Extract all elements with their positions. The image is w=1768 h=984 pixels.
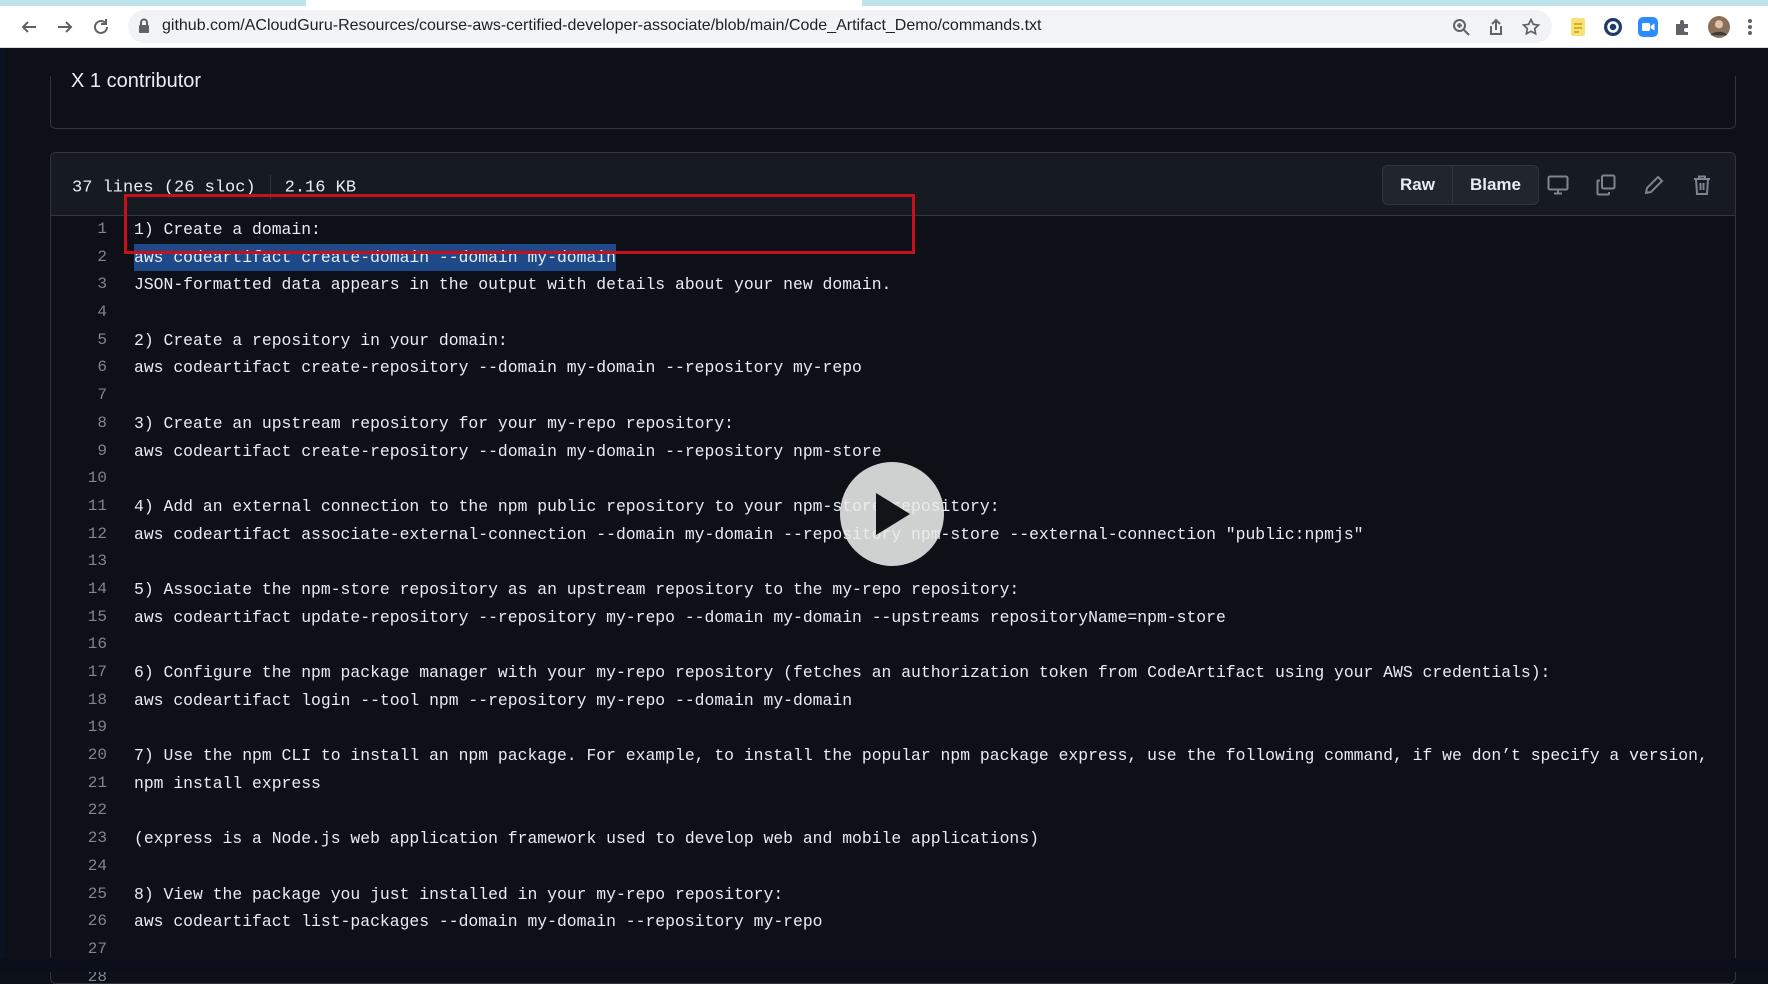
code-listing: 1 1) Create a domain: 2 aws codeartifact cr…	[51, 216, 1735, 983]
menu-kebab-icon[interactable]	[1744, 16, 1756, 38]
url-text[interactable]: github.com/ACloudGuru-Resources/course-a…	[162, 17, 1042, 35]
star-icon[interactable]	[1521, 17, 1541, 37]
lock-icon[interactable]	[138, 18, 150, 39]
line-number[interactable]: 21	[51, 770, 107, 798]
line-number[interactable]: 16	[51, 631, 107, 659]
code-line: 6 aws codeartifact create-repository --do…	[51, 354, 1735, 382]
code-text[interactable]: npm install express	[134, 770, 321, 798]
line-number[interactable]: 14	[51, 576, 107, 604]
pencil-icon[interactable]	[1642, 173, 1666, 197]
code-line: 22	[51, 797, 1735, 825]
code-text[interactable]: aws codeartifact create-repository --dom…	[134, 354, 862, 382]
left-edge	[0, 48, 5, 972]
code-line: 21 npm install express	[51, 770, 1735, 798]
code-text[interactable]: aws codeartifact update-repository --rep…	[134, 604, 1226, 632]
line-number[interactable]: 3	[51, 271, 107, 299]
avatar[interactable]	[1708, 16, 1730, 38]
line-number[interactable]: 24	[51, 853, 107, 881]
desktop-icon[interactable]	[1546, 173, 1570, 197]
code-line: 18 aws codeartifact login --tool npm --re…	[51, 687, 1735, 715]
code-line: 14 5) Associate the npm-store repository …	[51, 576, 1735, 604]
code-line: 17 6) Configure the npm package manager w…	[51, 659, 1735, 687]
code-text[interactable]: 6) Configure the npm package manager wit…	[134, 659, 1550, 687]
zoom-extension-icon[interactable]	[1637, 16, 1659, 38]
code-line: 25 8) View the package you just installed…	[51, 881, 1735, 909]
code-line: 20 7) Use the npm CLI to install an npm p…	[51, 742, 1735, 770]
line-number[interactable]: 25	[51, 881, 107, 909]
line-number[interactable]: 8	[51, 410, 107, 438]
code-text[interactable]: aws codeartifact create-repository --dom…	[134, 438, 882, 466]
line-number[interactable]: 18	[51, 687, 107, 715]
line-number[interactable]: 6	[51, 354, 107, 382]
line-number[interactable]: 26	[51, 908, 107, 936]
code-line: 24	[51, 853, 1735, 881]
code-line: 4	[51, 299, 1735, 327]
code-line: 19	[51, 714, 1735, 742]
puzzle-extensions-icon[interactable]	[1672, 16, 1694, 38]
line-number[interactable]: 11	[51, 493, 107, 521]
highlight-annotation-box	[124, 194, 915, 254]
notes-extension-icon[interactable]	[1567, 16, 1589, 38]
file-viewer: 37 lines (26 sloc) 2.16 KB Raw Blame 1 1) …	[50, 152, 1736, 984]
raw-button[interactable]: Raw	[1383, 166, 1452, 204]
address-bar[interactable]: github.com/ACloudGuru-Resources/course-a…	[128, 10, 1552, 43]
line-number[interactable]: 13	[51, 548, 107, 576]
line-number[interactable]: 15	[51, 604, 107, 632]
raw-blame-group: Raw Blame	[1382, 165, 1539, 205]
reload-icon[interactable]	[88, 14, 114, 40]
code-text[interactable]: aws codeartifact login --tool npm --repo…	[134, 687, 852, 715]
line-number[interactable]: 9	[51, 438, 107, 466]
code-line: 3 JSON-formatted data appears in the outp…	[51, 271, 1735, 299]
line-number[interactable]: 19	[51, 714, 107, 742]
circle-extension-icon[interactable]	[1602, 16, 1624, 38]
code-line: 5 2) Create a repository in your domain:	[51, 327, 1735, 355]
code-line: 8 3) Create an upstream repository for yo…	[51, 410, 1735, 438]
code-line: 23 (express is a Node.js web application …	[51, 825, 1735, 853]
copy-icon[interactable]	[1594, 173, 1618, 197]
browser-toolbar: github.com/ACloudGuru-Resources/course-a…	[0, 6, 1768, 48]
code-line: 26 aws codeartifact list-packages --domai…	[51, 908, 1735, 936]
code-text[interactable]: 3) Create an upstream repository for you…	[134, 410, 734, 438]
line-number[interactable]: 7	[51, 382, 107, 410]
trash-icon[interactable]	[1690, 173, 1714, 197]
code-text[interactable]: aws codeartifact associate-external-conn…	[134, 521, 1364, 549]
line-number[interactable]: 20	[51, 742, 107, 770]
code-text[interactable]: JSON-formatted data appears in the outpu…	[134, 271, 891, 299]
share-icon[interactable]	[1486, 17, 1506, 37]
line-number[interactable]: 2	[51, 244, 107, 272]
contributors-box: X 1 contributor	[50, 70, 1736, 129]
zoom-icon[interactable]	[1451, 17, 1471, 37]
code-text[interactable]: 8) View the package you just installed i…	[134, 881, 783, 909]
code-text[interactable]: 5) Associate the npm-store repository as…	[134, 576, 1019, 604]
line-number[interactable]: 5	[51, 327, 107, 355]
line-number[interactable]: 1	[51, 216, 107, 244]
code-line: 16	[51, 631, 1735, 659]
code-text[interactable]: 2) Create a repository in your domain:	[134, 327, 508, 355]
code-text[interactable]: aws codeartifact list-packages --domain …	[134, 908, 823, 936]
code-line: 15 aws codeartifact update-repository --r…	[51, 604, 1735, 632]
play-icon[interactable]	[840, 462, 944, 566]
line-number[interactable]: 10	[51, 465, 107, 493]
contributors-label[interactable]: X 1 contributor	[71, 70, 201, 93]
line-number[interactable]: 4	[51, 299, 107, 327]
blame-button[interactable]: Blame	[1451, 166, 1538, 204]
code-line: 7	[51, 382, 1735, 410]
bottom-edge	[0, 958, 1768, 972]
line-number[interactable]: 17	[51, 659, 107, 687]
forward-icon[interactable]	[52, 14, 78, 40]
code-text[interactable]: 7) Use the npm CLI to install an npm pac…	[134, 742, 1708, 770]
back-icon[interactable]	[16, 14, 42, 40]
line-number[interactable]: 12	[51, 521, 107, 549]
code-text[interactable]: (express is a Node.js web application fr…	[134, 825, 1039, 853]
line-number[interactable]: 22	[51, 797, 107, 825]
line-number[interactable]: 23	[51, 825, 107, 853]
